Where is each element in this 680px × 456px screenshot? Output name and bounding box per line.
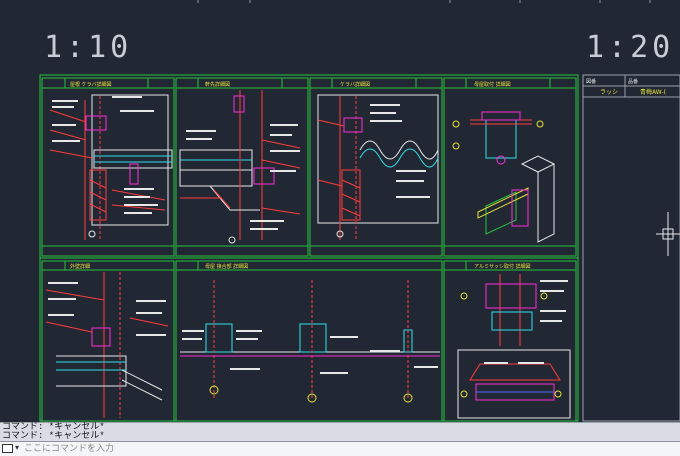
panel-top-1: 屋根 ケラバ詳細図 [41,77,175,257]
panel-title: ケラバ詳細図 [340,81,370,88]
detail-top-1-text [52,96,158,214]
command-window: コマンド: *キャンセル* コマンド: *キャンセル* ▾ [0,422,680,456]
crosshair-cursor-icon [656,212,680,256]
detail-bottom-3-text [484,280,568,364]
title-block-value1: ラッシ [600,89,618,96]
detail-top-2-text [186,124,300,230]
detail-top-1 [49,94,173,240]
panel-title: アルミサッシ取付 詳細図 [474,263,531,270]
detail-bottom-3 [460,274,562,401]
drawing-canvas[interactable]: 1:10 1:20 図番 ラッシ 品番 青梅AW-( 屋根 ケラバ詳細図 軒先詳… [0,0,680,422]
command-prompt-icon[interactable] [2,444,13,453]
panel-top-2: 軒先詳細図 [175,77,309,257]
panel-title: 軒先詳細図 [205,81,230,88]
title-block-value2: 青梅AW-( [640,88,666,96]
cad-drawing[interactable]: 図番 ラッシ 品番 青梅AW-( 屋根 ケラバ詳細図 軒先詳細図 ケラバ詳細図 [0,0,680,422]
detail-bottom-2 [180,280,440,403]
panel-title: 母屋取付 詳細図 [474,81,511,88]
panel-title: 外壁詳細 [70,263,90,270]
top-ruler [197,0,651,3]
title-block-label1: 図番 [586,78,596,85]
panel-bottom-1: 外壁詳細 [41,260,175,422]
command-input[interactable] [24,443,664,454]
sheet-frame [39,74,579,422]
title-block-label2: 品番 [628,78,638,85]
detail-top-4 [452,111,555,243]
panel-bottom-2: 母屋 接合部 詳細図 [175,260,443,422]
detail-top-3 [317,94,439,240]
panel-top-4: 母屋取付 詳細図 [443,77,577,257]
panel-title: 屋根 ケラバ詳細図 [70,81,112,88]
panel-title: 母屋 接合部 詳細図 [205,263,248,270]
dropdown-arrow-icon[interactable]: ▾ [15,443,19,452]
detail-bottom-1 [45,272,169,418]
command-history-line: コマンド: *キャンセル* [2,431,105,441]
